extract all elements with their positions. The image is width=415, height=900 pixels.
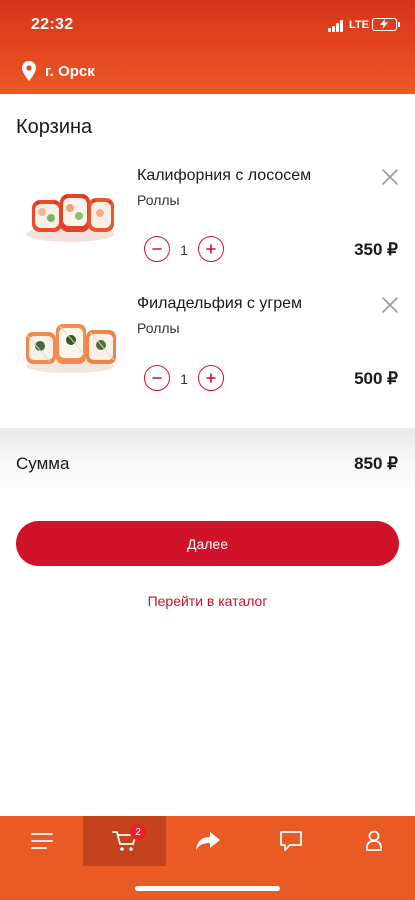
share-icon bbox=[195, 832, 220, 850]
battery-icon bbox=[372, 18, 400, 31]
plus-icon bbox=[206, 373, 216, 383]
product-image bbox=[26, 194, 114, 242]
item-name: Калифорния с лососем bbox=[137, 167, 312, 184]
city-selector[interactable]: г. Орск bbox=[22, 60, 95, 82]
item-price: 350 ₽ bbox=[354, 240, 398, 259]
product-image bbox=[26, 324, 116, 373]
close-icon[interactable] bbox=[381, 168, 399, 186]
tab-menu[interactable] bbox=[0, 816, 83, 866]
app-header: 22:32 LTE г. Орск bbox=[0, 0, 415, 94]
next-button[interactable]: Далее bbox=[16, 521, 399, 566]
menu-icon bbox=[30, 833, 53, 849]
decrease-quantity-button[interactable] bbox=[144, 236, 170, 262]
cart-item: Филадельфия с угрем Роллы 1 500 ₽ bbox=[0, 288, 415, 408]
total-value: 850 ₽ bbox=[354, 454, 398, 473]
cart-badge: 2 bbox=[130, 824, 146, 840]
item-category: Роллы bbox=[137, 192, 180, 208]
signal-icon bbox=[328, 20, 345, 32]
minus-icon bbox=[152, 377, 162, 379]
increase-quantity-button[interactable] bbox=[198, 365, 224, 391]
increase-quantity-button[interactable] bbox=[198, 236, 224, 262]
chat-icon bbox=[279, 831, 302, 851]
decrease-quantity-button[interactable] bbox=[144, 365, 170, 391]
item-name: Филадельфия с угрем bbox=[137, 295, 302, 312]
plus-icon bbox=[206, 244, 216, 254]
home-indicator bbox=[135, 886, 280, 891]
item-quantity: 1 bbox=[180, 242, 188, 258]
item-quantity: 1 bbox=[180, 371, 188, 387]
page-title: Корзина bbox=[16, 116, 93, 138]
minus-icon bbox=[152, 248, 162, 250]
close-icon[interactable] bbox=[381, 296, 399, 314]
total-label: Сумма bbox=[16, 454, 70, 473]
profile-icon bbox=[365, 830, 382, 851]
location-pin-icon bbox=[22, 61, 36, 81]
status-bar: 22:32 LTE bbox=[0, 0, 415, 50]
tab-cart[interactable]: 2 bbox=[83, 816, 166, 866]
cart-item: Калифорния с лососем Роллы 1 350 ₽ bbox=[0, 160, 415, 280]
tab-share[interactable] bbox=[166, 816, 249, 866]
status-time: 22:32 bbox=[31, 16, 74, 33]
tab-profile[interactable] bbox=[332, 816, 415, 866]
catalog-link[interactable]: Перейти в каталог bbox=[0, 593, 415, 609]
item-price: 500 ₽ bbox=[354, 369, 398, 388]
item-category: Роллы bbox=[137, 320, 180, 336]
tab-chat[interactable] bbox=[249, 816, 332, 866]
city-label: г. Орск bbox=[45, 62, 95, 80]
network-label: LTE bbox=[349, 19, 369, 31]
